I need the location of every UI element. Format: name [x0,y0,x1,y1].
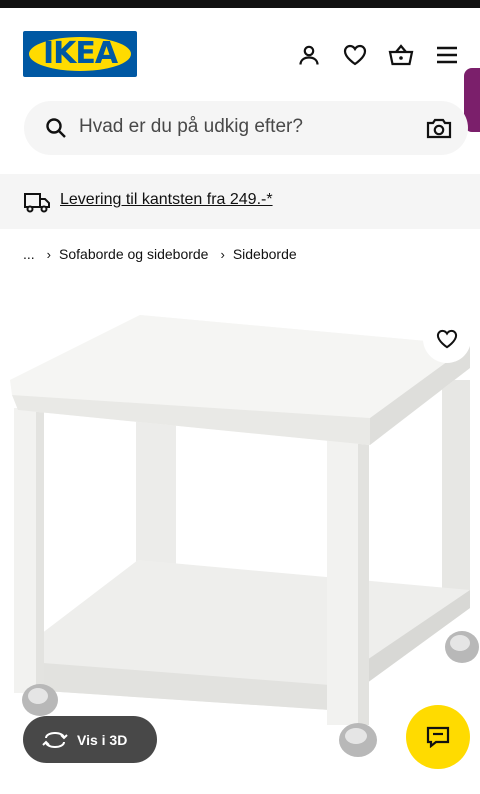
breadcrumb-item[interactable]: Sofaborde og sideborde [59,246,208,262]
camera-icon[interactable] [426,116,452,140]
header: IKEA [0,8,480,94]
search-bar[interactable]: Hvad er du på udkig efter? [24,101,468,155]
delivery-link[interactable]: Levering til kantsten fra 249.-* [60,191,273,209]
favorite-button[interactable] [423,315,471,363]
delivery-banner[interactable]: Levering til kantsten fra 249.-* [0,174,480,229]
breadcrumb-item[interactable]: Sideborde [233,246,297,262]
basket-icon[interactable] [388,42,414,68]
breadcrumb: ... › Sofaborde og sideborde › Sideborde [23,245,297,263]
view-in-3d-label: Vis i 3D [77,731,128,748]
ikea-logo[interactable]: IKEA [23,31,137,77]
search-icon [46,118,66,138]
rotate-3d-icon [42,731,68,748]
truck-icon [24,193,50,213]
chevron-right-icon: › [46,246,52,262]
product-image[interactable] [0,290,480,789]
status-bar [0,0,480,8]
search-input[interactable]: Hvad er du på udkig efter? [79,116,303,138]
person-icon[interactable] [296,42,322,68]
heart-icon[interactable] [342,42,368,68]
chevron-right-icon: › [220,246,225,262]
menu-icon[interactable] [434,42,460,68]
logo-text: IKEA [42,36,118,71]
heart-icon [436,329,458,349]
view-in-3d-button[interactable]: Vis i 3D [23,716,157,763]
chat-icon [426,726,450,748]
chat-button[interactable] [406,705,470,769]
breadcrumb-item[interactable]: ... [23,246,35,262]
